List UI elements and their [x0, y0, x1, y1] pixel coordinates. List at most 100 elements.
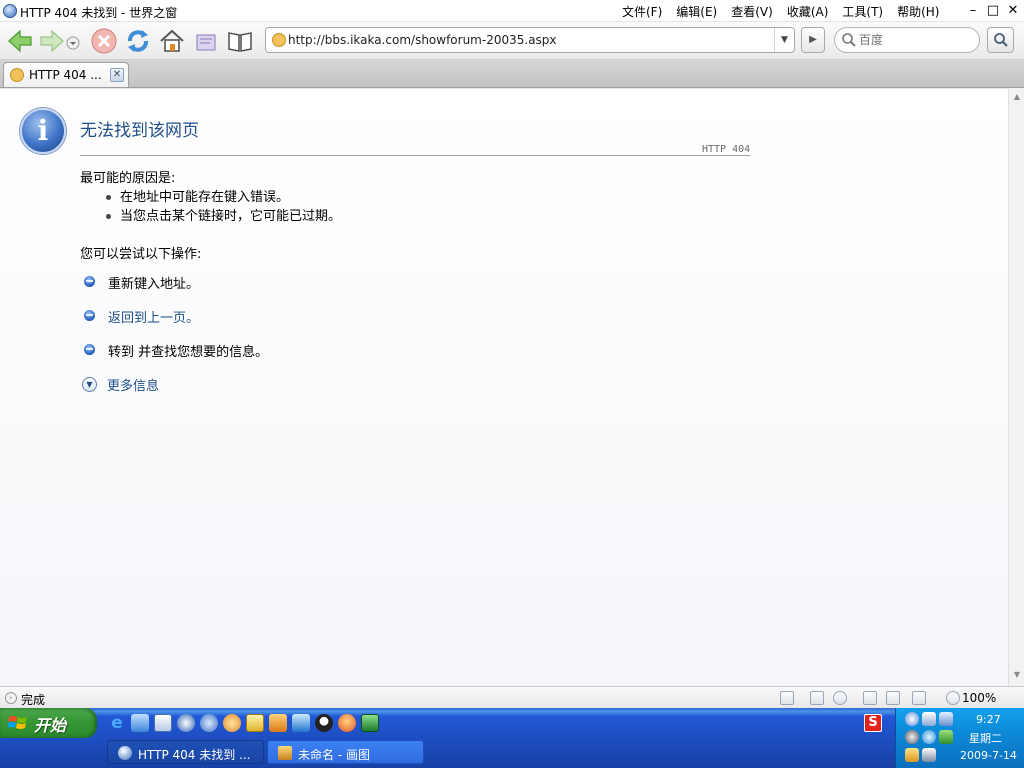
- go-button[interactable]: ▶: [801, 27, 825, 53]
- tray-globe-icon[interactable]: [922, 730, 936, 744]
- quicklaunch-messenger-icon[interactable]: [223, 714, 241, 732]
- tab-close-button[interactable]: ✕: [110, 68, 124, 82]
- task-browser[interactable]: HTTP 404 未找到 ...: [107, 740, 264, 764]
- home-icon[interactable]: [158, 27, 186, 55]
- task-paint[interactable]: 未命名 - 画图: [267, 740, 424, 764]
- action-bullet-icon: [84, 310, 95, 321]
- quicklaunch-globe-icon[interactable]: [200, 714, 218, 732]
- tray-antivirus-icon[interactable]: [905, 730, 919, 744]
- search-button[interactable]: [987, 27, 1014, 53]
- forward-arrow-icon[interactable]: [38, 27, 66, 55]
- undo-close-tab-icon[interactable]: [192, 27, 220, 55]
- tab-bar: [0, 60, 1024, 88]
- refresh-icon[interactable]: [124, 27, 152, 55]
- quicklaunch-media-icon[interactable]: [177, 714, 195, 732]
- menu-help[interactable]: 帮助(H): [897, 3, 939, 20]
- start-label: 开始: [34, 716, 67, 735]
- menu-favorites[interactable]: 收藏(A): [787, 3, 829, 20]
- info-icon-letter: i: [37, 114, 49, 147]
- menu-view[interactable]: 查看(V): [731, 3, 773, 20]
- bullet-icon: [106, 195, 111, 200]
- tray-shield-icon[interactable]: [922, 748, 936, 762]
- tray-pencil-icon[interactable]: [905, 748, 919, 762]
- status-page-icon: ›: [5, 692, 17, 704]
- quicklaunch-explorer-icon[interactable]: [246, 714, 264, 732]
- bullet-icon: [106, 214, 111, 219]
- try-heading: 您可以尝试以下操作:: [80, 247, 202, 262]
- window-titlebar: HTTP 404 未找到 - 世界之窗 文件(F) 编辑(E) 查看(V) 收藏(A)…: [0, 0, 1024, 22]
- tray-umbrella-icon[interactable]: [939, 730, 953, 744]
- http-error-code: HTTP 404: [702, 144, 751, 155]
- close-window-button[interactable]: ✕: [1004, 2, 1022, 20]
- menu-file[interactable]: 文件(F): [622, 3, 662, 20]
- status-sound-icon[interactable]: [886, 691, 900, 705]
- navigation-toolbar: http://bbs.ikaka.com/showforum-20035.asp…: [0, 22, 1024, 60]
- action-text: 转到 并查找您想要的信息。: [108, 345, 269, 360]
- quicklaunch-firefox-icon[interactable]: [338, 714, 356, 732]
- system-tray: 9:27 星期二 2009-7-14: [895, 708, 1024, 768]
- reason-item: 当您点击某个链接时，它可能已过期。: [106, 205, 341, 224]
- menu-edit[interactable]: 编辑(E): [676, 3, 717, 20]
- status-page-mode-icon[interactable]: [780, 691, 794, 705]
- zoom-level[interactable]: 100%: [962, 691, 996, 705]
- status-zoom-icon[interactable]: [946, 691, 960, 705]
- status-ie-mode-icon[interactable]: [833, 691, 847, 705]
- minimize-button[interactable]: –: [964, 2, 982, 20]
- quicklaunch-mail-icon[interactable]: [292, 714, 310, 732]
- reason-text: 在地址中可能存在键入错误。: [120, 190, 290, 205]
- status-download-icon[interactable]: [863, 691, 877, 705]
- reason-item: 在地址中可能存在键入错误。: [106, 186, 289, 205]
- status-window-icon[interactable]: [810, 691, 824, 705]
- address-bar[interactable]: http://bbs.ikaka.com/showforum-20035.asp…: [265, 27, 795, 53]
- title-divider: [80, 155, 750, 156]
- maximize-button[interactable]: □: [984, 2, 1002, 20]
- back-arrow-icon[interactable]: [6, 27, 34, 55]
- status-screenshot-icon[interactable]: [912, 691, 926, 705]
- scroll-up-arrow[interactable]: ▲: [1012, 92, 1022, 102]
- address-dropdown-button[interactable]: ▼: [774, 28, 794, 52]
- quicklaunch-qq-icon[interactable]: [315, 714, 333, 732]
- search-icon: [842, 33, 856, 47]
- menu-bar: 文件(F) 编辑(E) 查看(V) 收藏(A) 工具(T) 帮助(H): [622, 3, 953, 19]
- task-browser-icon: [118, 746, 132, 760]
- reason-heading: 最可能的原因是:: [80, 171, 176, 186]
- search-box: [834, 27, 980, 53]
- tray-network-icon[interactable]: [905, 712, 919, 726]
- clock-date: 2009-7-14: [960, 749, 1017, 762]
- status-text: 完成: [21, 693, 46, 707]
- action-text: 重新键入地址。: [108, 277, 200, 292]
- site-favicon-icon: [272, 33, 286, 47]
- tray-monitor-icon[interactable]: [939, 712, 953, 726]
- clock-weekday: 星期二: [969, 732, 1002, 745]
- quicklaunch-desktop-icon[interactable]: [131, 714, 149, 732]
- quicklaunch-terminal-icon[interactable]: [361, 714, 379, 732]
- task-paint-label: 未命名 - 画图: [298, 748, 370, 762]
- vertical-scrollbar[interactable]: ▲ ▼: [1008, 88, 1024, 686]
- ime-sogou-icon[interactable]: S: [864, 714, 882, 732]
- page-title: 无法找到该网页: [80, 121, 199, 141]
- clock-time: 9:27: [976, 713, 1001, 726]
- search-input[interactable]: [859, 32, 969, 48]
- quicklaunch-folder-icon[interactable]: [269, 714, 287, 732]
- more-info-label[interactable]: 更多信息: [107, 375, 159, 394]
- scroll-down-arrow[interactable]: ▼: [1012, 670, 1022, 680]
- tab-favicon-icon: [10, 68, 24, 82]
- quicklaunch-ie-icon[interactable]: e: [108, 714, 126, 732]
- task-browser-label: HTTP 404 未找到 ...: [138, 748, 251, 762]
- search-go-icon: [994, 33, 1008, 47]
- history-dropdown-icon[interactable]: [66, 36, 80, 50]
- address-url[interactable]: http://bbs.ikaka.com/showforum-20035.asp…: [288, 33, 557, 47]
- tab-current[interactable]: HTTP 404 ... ✕: [3, 62, 129, 87]
- menu-tools[interactable]: 工具(T): [842, 3, 883, 20]
- favorites-book-icon[interactable]: [226, 27, 254, 55]
- back-link[interactable]: 返回到上一页。: [108, 307, 199, 326]
- reason-text: 当您点击某个链接时，它可能已过期。: [120, 209, 342, 224]
- browser-logo-icon: [3, 4, 17, 18]
- expand-chevron-icon[interactable]: ▼: [82, 377, 97, 392]
- quicklaunch-browser-icon[interactable]: [154, 714, 172, 732]
- action-bullet-icon: [84, 276, 95, 287]
- start-button[interactable]: 开始: [0, 708, 97, 738]
- stop-icon[interactable]: [90, 27, 118, 55]
- info-icon: i: [20, 108, 66, 154]
- tray-connection-icon[interactable]: [922, 712, 936, 726]
